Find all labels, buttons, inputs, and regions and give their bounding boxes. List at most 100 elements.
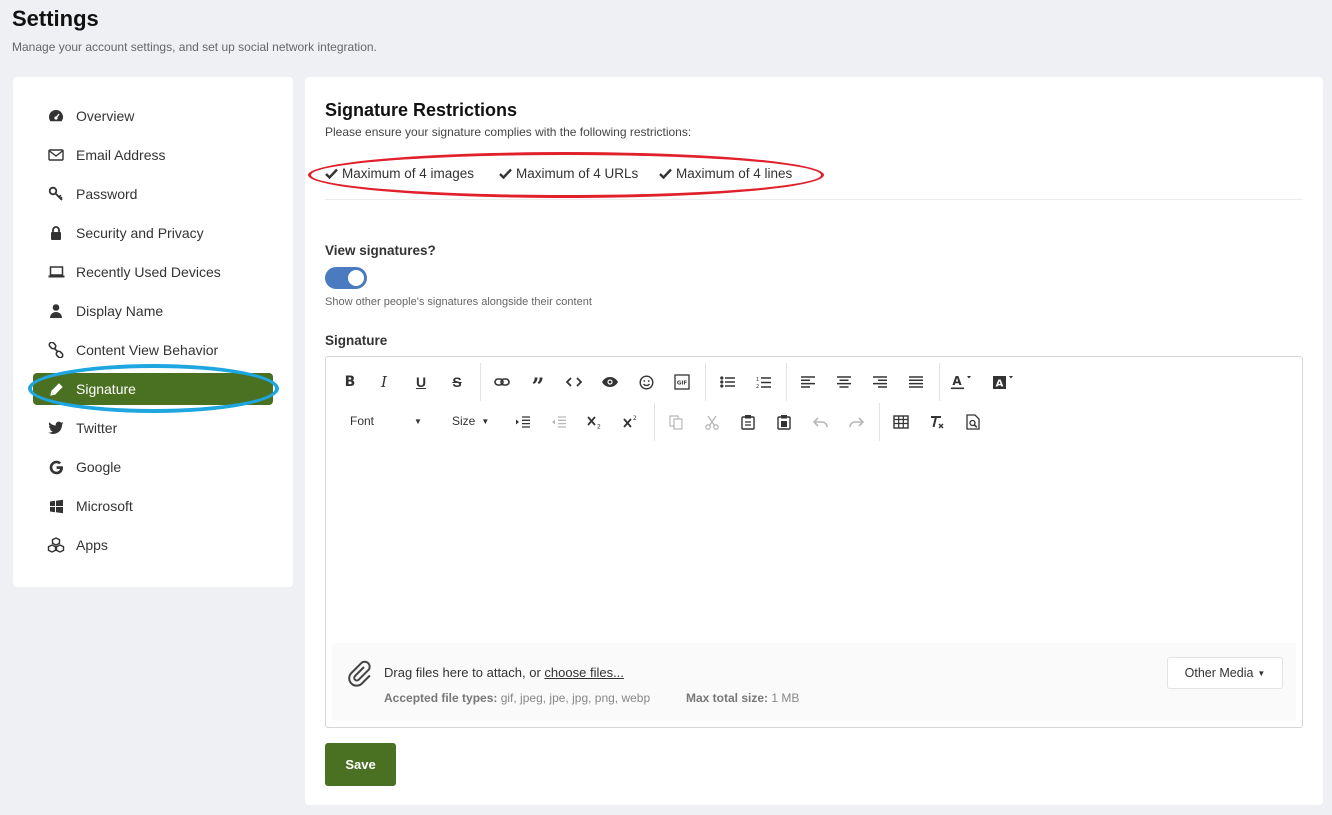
caret-down-icon: ▼ xyxy=(1257,668,1266,678)
sidebar-item-password[interactable]: Password xyxy=(33,178,273,210)
sidebar-item-microsoft[interactable]: Microsoft xyxy=(33,490,273,522)
pencil-icon xyxy=(47,380,65,398)
page-subtitle: Manage your account settings, and set up… xyxy=(12,40,377,54)
attachment-dropzone[interactable]: Drag files here to attach, or choose fil… xyxy=(332,643,1296,721)
underline-button[interactable]: U xyxy=(407,369,435,395)
link-icon xyxy=(494,378,510,386)
cut-button[interactable] xyxy=(698,409,726,435)
svg-text:2: 2 xyxy=(756,384,759,389)
sidebar-item-apps[interactable]: Apps xyxy=(33,529,273,561)
sidebar-item-twitter[interactable]: Twitter xyxy=(33,412,273,444)
emoji-button[interactable] xyxy=(632,369,660,395)
align-left-button[interactable] xyxy=(794,369,822,395)
sidebar-item-recently-used-devices[interactable]: Recently Used Devices xyxy=(33,256,273,288)
sidebar-item-label: Signature xyxy=(76,381,136,397)
restriction-item: Maximum of 4 lines xyxy=(659,166,792,181)
section-subtitle: Please ensure your signature complies wi… xyxy=(325,125,692,139)
view-signatures-label: View signatures? xyxy=(325,243,436,258)
redo-icon xyxy=(848,416,864,427)
check-icon xyxy=(499,168,512,179)
quote-button[interactable]: ” xyxy=(524,369,552,400)
sidebar-item-content-view-behavior[interactable]: Content View Behavior xyxy=(33,334,273,366)
spoiler-button[interactable] xyxy=(596,369,624,395)
table-button[interactable] xyxy=(887,409,915,435)
sidebar-item-label: Overview xyxy=(76,108,135,124)
clipboard-icon xyxy=(741,415,755,430)
link-icon xyxy=(47,341,65,359)
sidebar-item-display-name[interactable]: Display Name xyxy=(33,295,273,327)
view-signatures-toggle[interactable] xyxy=(325,267,367,289)
preview-button[interactable] xyxy=(959,409,987,435)
signature-editor[interactable]: B I U S ” GIF 12 A A Font ▼ Size ▼ 2 2 D… xyxy=(325,356,1303,728)
background-color-button[interactable]: A xyxy=(989,369,1017,395)
strikethrough-button[interactable]: S xyxy=(443,369,471,395)
text-color-button[interactable]: A xyxy=(947,369,975,395)
copy-button[interactable] xyxy=(662,409,690,435)
align-center-button[interactable] xyxy=(830,369,858,395)
preview-icon xyxy=(966,414,980,430)
superscript-button[interactable]: 2 xyxy=(617,409,645,435)
svg-text:A: A xyxy=(996,379,1004,390)
restriction-item: Maximum of 4 images xyxy=(325,166,474,181)
sidebar-item-label: Google xyxy=(76,459,122,475)
align-right-button[interactable] xyxy=(866,369,894,395)
svg-text:2: 2 xyxy=(633,415,637,422)
sidebar-item-security-and-privacy[interactable]: Security and Privacy xyxy=(33,217,273,249)
code-button[interactable] xyxy=(560,369,588,395)
eye-icon xyxy=(602,377,618,387)
gif-button[interactable]: GIF xyxy=(668,369,696,395)
attach-text: Drag files here to attach, or xyxy=(384,665,545,680)
sidebar-item-label: Twitter xyxy=(76,420,118,436)
font-dropdown[interactable]: Font ▼ xyxy=(350,414,422,428)
strikethrough-icon: S xyxy=(452,374,462,390)
sidebar-item-label: Security and Privacy xyxy=(76,225,204,241)
accepted-file-types: Accepted file types: gif, jpeg, jpe, jpg… xyxy=(384,691,650,705)
sidebar-item-overview[interactable]: Overview xyxy=(33,100,273,132)
indent-button[interactable] xyxy=(509,409,537,435)
background-color-icon: A xyxy=(993,376,1013,390)
size-dropdown[interactable]: Size ▼ xyxy=(452,414,489,428)
numbered-list-button[interactable]: 12 xyxy=(749,369,777,395)
outdent-button[interactable] xyxy=(545,409,573,435)
quote-icon: ” xyxy=(531,373,545,400)
list-ol-icon: 12 xyxy=(756,377,771,389)
sidebar-item-email-address[interactable]: Email Address xyxy=(33,139,273,171)
bulleted-list-button[interactable] xyxy=(713,369,741,395)
toolbar-separator xyxy=(654,403,655,441)
undo-button[interactable] xyxy=(806,409,834,435)
subscript-button[interactable]: 2 xyxy=(581,409,609,435)
toolbar-separator xyxy=(786,363,787,401)
choose-files-link[interactable]: choose files... xyxy=(544,665,624,680)
sidebar-item-label: Email Address xyxy=(76,147,166,163)
accepted-label: Accepted file types: xyxy=(384,691,498,705)
toolbar-separator xyxy=(705,363,706,401)
redo-button[interactable] xyxy=(842,409,870,435)
smile-icon xyxy=(638,374,654,390)
paste-special-icon xyxy=(777,415,791,430)
link-button[interactable] xyxy=(488,369,516,395)
signature-label: Signature xyxy=(325,333,388,348)
sidebar-item-google[interactable]: Google xyxy=(33,451,273,483)
accepted-value: gif, jpeg, jpe, jpg, png, webp xyxy=(500,691,651,705)
key-icon xyxy=(47,185,65,203)
paste-special-button[interactable] xyxy=(770,409,798,435)
italic-button[interactable]: I xyxy=(370,369,398,395)
align-center-icon xyxy=(837,376,851,388)
save-button[interactable]: Save xyxy=(325,743,396,786)
sidebar-item-signature[interactable]: Signature xyxy=(33,373,273,405)
other-media-button[interactable]: Other Media ▼ xyxy=(1167,657,1283,689)
max-total-size: Max total size: 1 MB xyxy=(686,691,799,705)
scissors-icon xyxy=(705,415,719,430)
restriction-label: Maximum of 4 URLs xyxy=(516,166,639,181)
paste-button[interactable] xyxy=(734,409,762,435)
align-justify-button[interactable] xyxy=(902,369,930,395)
copy-icon xyxy=(669,414,683,430)
clear-format-button[interactable] xyxy=(923,409,951,435)
svg-text:A: A xyxy=(952,374,962,388)
bold-icon: B xyxy=(344,374,356,390)
attach-instructions: Drag files here to attach, or choose fil… xyxy=(384,665,624,680)
section-title: Signature Restrictions xyxy=(325,100,518,120)
outdent-icon xyxy=(552,416,566,428)
bold-button[interactable]: B xyxy=(336,369,364,395)
superscript-icon: 2 xyxy=(623,415,637,428)
